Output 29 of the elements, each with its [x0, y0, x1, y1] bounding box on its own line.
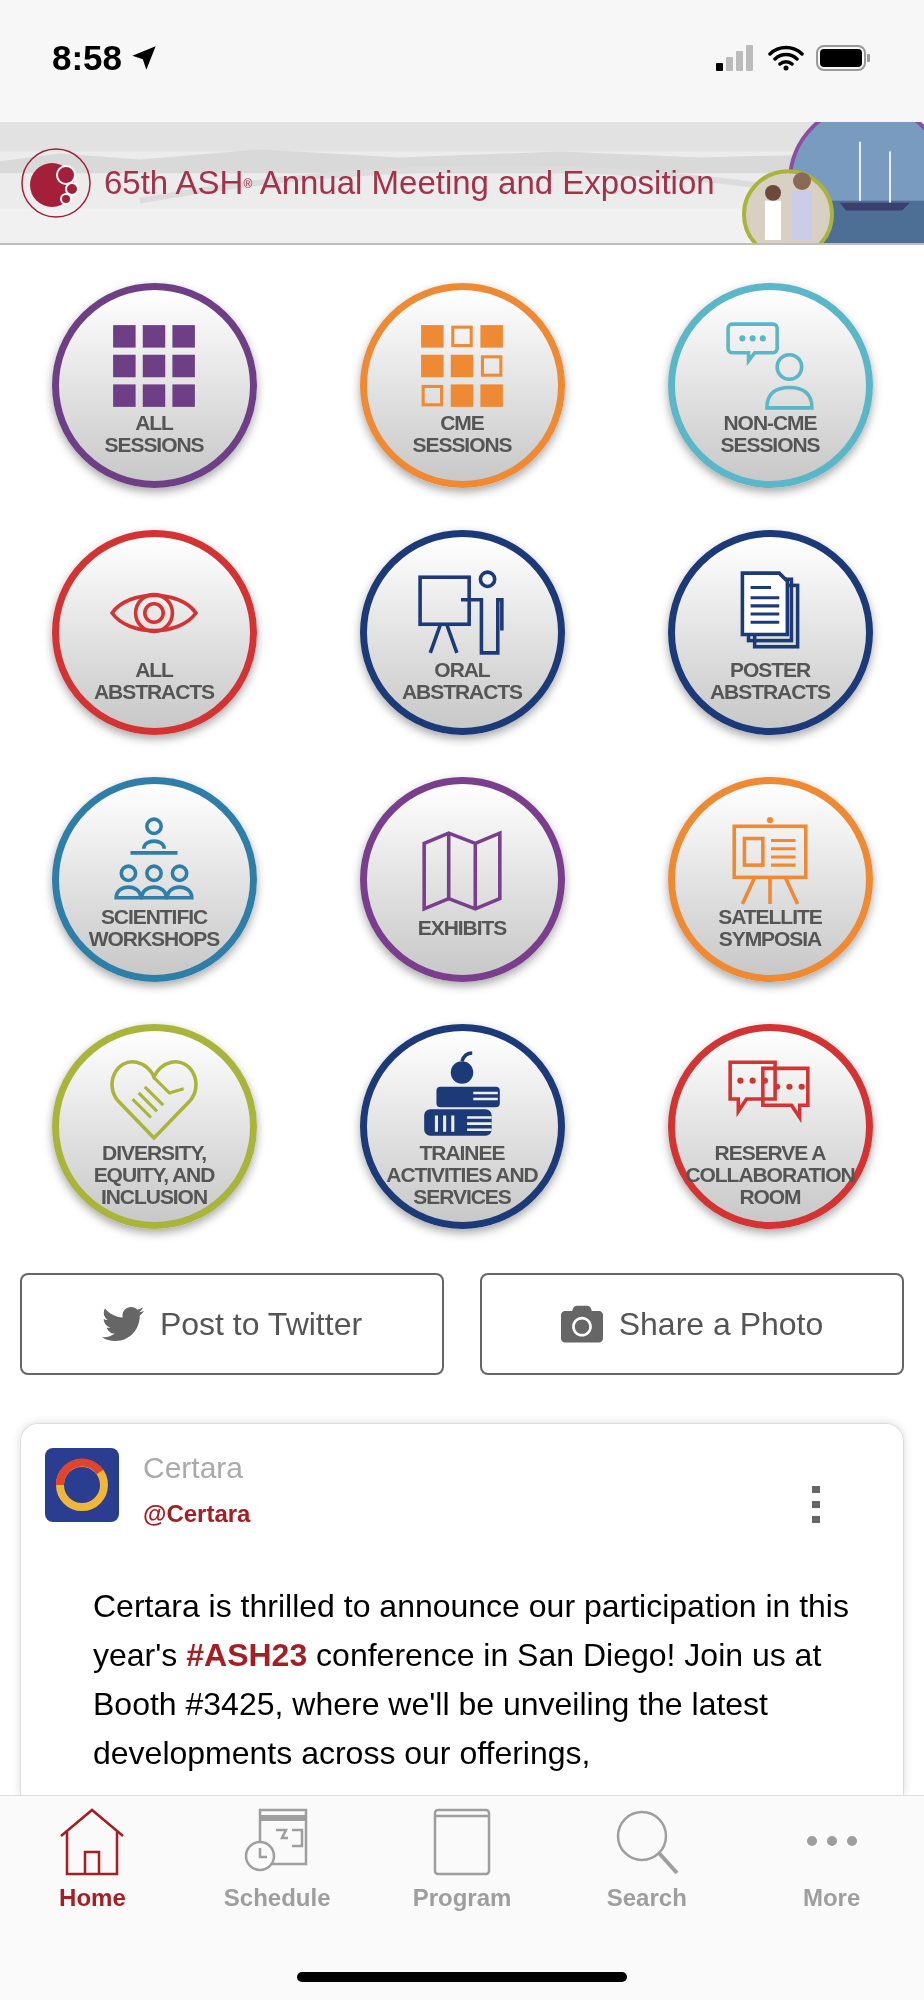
author-name: Certara — [143, 1450, 245, 1486]
logo-icon — [20, 146, 92, 219]
author-handle: @Certara — [143, 1499, 251, 1529]
tweet-text: Certara is thrilled to announce our participation in this year's #ASH23 conference in San Diego! Join us at Booth #3425, where we'll be unveiling the latest developments across our offerings, — [92, 1587, 850, 1773]
category-tile[interactable]: TRAINEE ACTIVITIES AND SERVICES — [359, 1024, 565, 1229]
category-tile[interactable]: POSTER ABSTRACTS — [667, 530, 873, 735]
category-tile[interactable]: CME SESSIONS — [359, 283, 565, 488]
category-tile[interactable]: SATELLITE SYMPOSIA — [667, 777, 873, 982]
category-tile[interactable]: DIVERSITY, EQUITY, AND INCLUSION — [51, 1024, 257, 1229]
more-icon — [806, 1836, 857, 1846]
camera-icon — [560, 1303, 603, 1345]
post-to-twitter-button[interactable]: Post to Twitter — [20, 1273, 444, 1375]
share-photo-button[interactable]: Share a Photo — [480, 1273, 904, 1375]
more-options-icon — [811, 1486, 821, 1524]
banner-title: 65th ASH$^{®}$ Annual Meeting and Exposition — [104, 162, 715, 203]
category-tile[interactable]: ALL ABSTRACTS — [51, 530, 257, 735]
tab-bar-item[interactable]: Home — [0, 1804, 185, 1916]
location-arrow-icon — [130, 44, 159, 72]
category-tile[interactable]: RESERVE A COLLABORATION ROOM — [667, 1024, 873, 1229]
wifi-icon — [768, 45, 804, 71]
signal-icon — [716, 45, 756, 71]
category-tile[interactable]: SCIENTIFIC WORKSHOPS — [51, 777, 257, 982]
category-tile[interactable]: EXHIBITS — [359, 777, 565, 982]
category-tile[interactable]: ALL SESSIONS — [51, 283, 257, 488]
avatar-logo-icon — [45, 1448, 119, 1522]
category-tile[interactable]: ORAL ABSTRACTS — [359, 530, 565, 735]
category-tile[interactable]: NON-CME SESSIONS — [667, 283, 873, 488]
battery-icon — [816, 45, 872, 71]
clock-time: 8:58 — [52, 36, 123, 79]
